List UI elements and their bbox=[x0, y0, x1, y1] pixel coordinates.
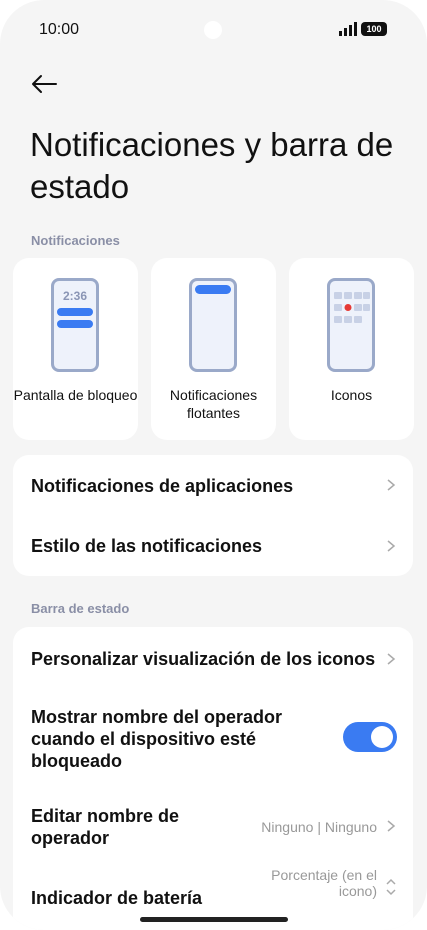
app-grid-icon bbox=[334, 292, 370, 323]
chevron-right-icon bbox=[387, 540, 396, 552]
home-indicator[interactable] bbox=[140, 917, 288, 922]
icons-preview-icon bbox=[327, 278, 375, 372]
lock-screen-preview-icon: 2:36 bbox=[51, 278, 99, 372]
status-bar: 10:00 100 bbox=[0, 0, 427, 60]
chevron-right-icon bbox=[387, 653, 396, 665]
status-bar-card: Personalizar visualización de los iconos… bbox=[13, 627, 413, 930]
chevron-right-icon bbox=[387, 820, 396, 832]
camera-cutout bbox=[204, 21, 222, 39]
row-notification-style[interactable]: Estilo de las notificaciones bbox=[13, 515, 413, 576]
preview-notification-bar bbox=[57, 320, 93, 328]
row-title: Personalizar visualización de los iconos bbox=[31, 649, 376, 669]
section-label-status-bar: Barra de estado bbox=[31, 601, 130, 616]
signal-icon bbox=[339, 22, 357, 36]
row-edit-carrier-name[interactable]: Editar nombre de operador Ninguno | Ning… bbox=[13, 789, 413, 863]
carrier-name-toggle[interactable] bbox=[343, 722, 397, 752]
status-time: 10:00 bbox=[39, 21, 80, 38]
preview-notification-bar bbox=[57, 308, 93, 316]
chevron-up-down-icon bbox=[386, 878, 396, 896]
section-label-notifications: Notificaciones bbox=[31, 233, 120, 248]
settings-screen: 10:00 100 Notificaciones y barra de esta… bbox=[0, 0, 427, 930]
row-title: Estilo de las notificaciones bbox=[31, 536, 263, 556]
tile-label: Iconos bbox=[330, 387, 373, 403]
row-value: Ninguno | Ninguno bbox=[261, 819, 377, 835]
tile-lock-screen[interactable]: 2:36 Pantalla de bloqueo bbox=[13, 258, 138, 440]
row-app-notifications[interactable]: Notificaciones de aplicaciones bbox=[13, 455, 413, 515]
tile-floating-notifications[interactable]: Notificaciones flotantes bbox=[151, 258, 276, 440]
preview-time: 2:36 bbox=[62, 289, 88, 303]
tile-label: Pantalla de bloqueo bbox=[13, 387, 138, 403]
row-title: Mostrar nombre del operador cuando el di… bbox=[31, 707, 283, 771]
row-title: Editar nombre de operador bbox=[31, 806, 180, 848]
battery-icon: 100 bbox=[361, 22, 387, 36]
preview-floating-bar bbox=[195, 285, 231, 294]
row-customize-icons[interactable]: Personalizar visualización de los iconos bbox=[13, 627, 413, 689]
notifications-card: Notificaciones de aplicaciones Estilo de… bbox=[13, 455, 413, 576]
back-button[interactable] bbox=[28, 68, 60, 100]
page-title: Notificaciones y barra de estado bbox=[30, 126, 394, 205]
row-title: Notificaciones de aplicaciones bbox=[31, 476, 294, 496]
row-show-carrier-name[interactable]: Mostrar nombre del operador cuando el di… bbox=[13, 689, 413, 789]
tile-label: Notificaciones flotantes bbox=[169, 387, 258, 421]
row-title: Indicador de batería bbox=[31, 888, 203, 908]
toggle-knob bbox=[371, 726, 393, 748]
tile-icons[interactable]: Iconos bbox=[289, 258, 414, 440]
chevron-right-icon bbox=[387, 479, 396, 491]
floating-preview-icon bbox=[189, 278, 237, 372]
back-arrow-icon bbox=[32, 75, 57, 93]
row-value: Porcentaje (en el icono) bbox=[271, 867, 377, 899]
